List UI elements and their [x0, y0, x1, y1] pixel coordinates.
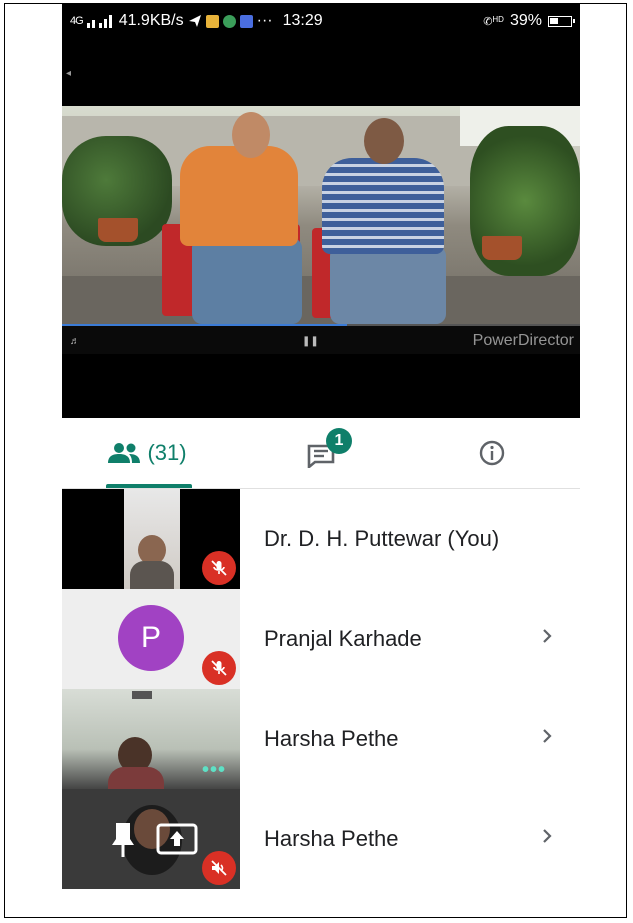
video-controls: ♬ ❚❚ PowerDirector — [62, 324, 580, 354]
phone-screen: 4G 41.9KB/s ··· 13:29 ✆HD 39% ◂ ♬ ❚❚ Pow… — [62, 4, 580, 894]
chevron-right-icon[interactable] — [536, 725, 558, 747]
participant-row[interactable]: Dr. D. H. Puttewar (You) — [62, 489, 580, 589]
send-icon — [188, 15, 201, 27]
video-progress-fill — [62, 324, 347, 326]
participant-video-tile — [62, 789, 240, 889]
participant-video-tile — [62, 489, 240, 589]
speaker-muted-icon — [202, 851, 236, 885]
participant-name: Harsha Pethe — [264, 726, 399, 751]
more-options-icon[interactable]: ••• — [202, 759, 226, 782]
message-app-icon — [239, 14, 253, 28]
hd-call-icon: ✆HD — [483, 14, 504, 28]
back-arrow-icon[interactable]: ◂ — [66, 68, 71, 79]
present-screen-icon[interactable] — [156, 823, 198, 855]
people-count: (31) — [147, 440, 187, 465]
pin-icon[interactable] — [110, 821, 136, 859]
people-icon — [108, 443, 141, 463]
participant-avatar-tile: P — [62, 589, 240, 689]
playback-icon[interactable]: ❚❚ — [302, 336, 319, 347]
hd-label: HD — [492, 14, 504, 24]
participant-row[interactable]: P Pranjal Karhade — [62, 589, 580, 689]
status-bar: 4G 41.9KB/s ··· 13:29 ✆HD 39% — [62, 4, 580, 38]
participant-video-tile: ••• — [62, 689, 240, 789]
network-speed: 41.9KB/s — [118, 12, 184, 29]
chat-unread-badge: 1 — [326, 428, 352, 454]
info-icon — [479, 440, 505, 466]
app-notification-icon — [205, 14, 219, 28]
tab-people[interactable]: (31) — [82, 418, 212, 488]
volume-icon[interactable]: ♬ — [70, 336, 80, 347]
participant-name: Dr. D. H. Puttewar (You) — [264, 526, 500, 551]
video-frame — [62, 106, 580, 324]
video-progress-bar[interactable] — [62, 324, 580, 326]
signal-icon — [86, 15, 112, 28]
avatar: P — [118, 605, 184, 671]
participant-row[interactable]: Harsha Pethe — [62, 789, 580, 889]
more-notifications: ··· — [256, 12, 273, 29]
clock: 13:29 — [282, 12, 323, 29]
network-type: 4G — [70, 15, 84, 27]
battery-icon — [548, 15, 575, 27]
video-watermark: PowerDirector — [472, 332, 574, 349]
participant-name: Harsha Pethe — [264, 826, 399, 851]
chevron-right-icon[interactable] — [536, 825, 558, 847]
mic-off-icon — [202, 551, 236, 585]
participant-row[interactable]: ••• Harsha Pethe — [62, 689, 580, 789]
meeting-tabs: (31) 1 — [62, 418, 580, 489]
mic-off-icon — [202, 651, 236, 685]
participant-name: Pranjal Karhade — [264, 626, 422, 651]
main-video[interactable]: ◂ ♬ ❚❚ PowerDirector — [62, 38, 580, 418]
battery-percent: 39% — [509, 12, 542, 29]
active-tab-indicator — [106, 484, 192, 488]
chevron-right-icon[interactable] — [536, 625, 558, 647]
tab-chat[interactable]: 1 — [282, 418, 362, 488]
tab-info[interactable] — [452, 418, 532, 488]
browser-icon — [222, 14, 236, 28]
